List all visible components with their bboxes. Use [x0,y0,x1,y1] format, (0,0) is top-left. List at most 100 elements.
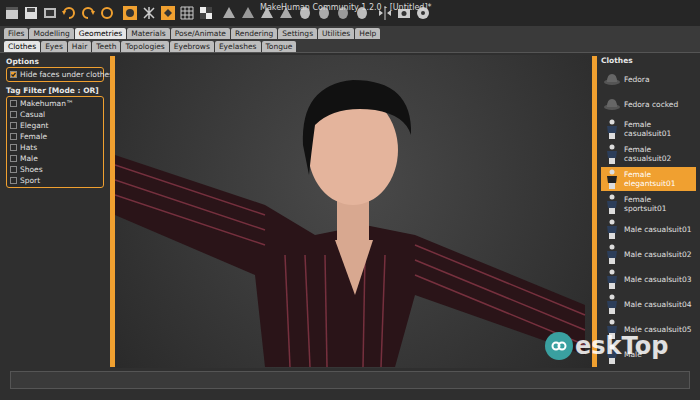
checkbox-row[interactable]: Casual [10,109,100,120]
tab[interactable]: Rendering [231,28,277,39]
right-slider[interactable] [592,56,597,367]
thumb [603,219,621,239]
checkbox-label: Sport [20,175,40,186]
tab[interactable]: Eyelashes [215,41,261,52]
checkbox[interactable] [10,144,17,151]
checkbox[interactable] [10,100,17,107]
checker-icon [198,5,214,21]
tab[interactable]: Eyebrows [170,41,214,52]
tab[interactable]: Hair [68,41,91,52]
tab[interactable]: Files [4,28,28,39]
outfit-icon [605,144,619,164]
tab[interactable]: Materials [127,28,169,39]
watermark-logo [545,332,573,360]
export-icon [42,5,58,21]
thumb [603,94,621,114]
background-button[interactable] [160,5,176,21]
checkbox[interactable] [10,155,17,162]
human-model-icon [115,55,587,367]
group-box: Tag Filter [Mode : OR] Makehuman™CasualEl… [6,86,104,188]
clothes-item[interactable]: Female casualsuit01 [601,117,696,141]
checkbox-row[interactable]: Sport [10,175,100,186]
clothes-label: Fedora [624,75,650,84]
panel-title: Clothes [601,55,696,67]
group-box: Options Hide faces under clothes [6,57,104,82]
file-button[interactable] [4,5,20,21]
checkbox-row[interactable]: Male [10,153,100,164]
tab[interactable]: Help [355,28,380,39]
thumb [603,269,621,289]
outfit-icon [605,294,619,314]
save-button[interactable] [23,5,39,21]
checkbox[interactable] [10,111,17,118]
group-title: Tag Filter [Mode : OR] [6,86,104,96]
outfit-icon [605,269,619,289]
tab[interactable]: Tongue [262,41,297,52]
wireframe-button[interactable] [141,5,157,21]
tab[interactable]: Geometries [75,28,127,39]
back-view-icon [240,5,256,21]
save-icon [23,5,39,21]
clothes-item[interactable]: Male casualsuit03 [601,267,696,291]
checkbox-row[interactable]: Female [10,131,100,142]
reset-button[interactable] [99,5,115,21]
clothes-item[interactable]: Male casualsuit04 [601,292,696,316]
front-view-icon [221,5,237,21]
tab[interactable]: Utilities [318,28,354,39]
thumb [603,144,621,164]
checkbox-row[interactable]: Shoes [10,164,100,175]
checkbox[interactable] [10,133,17,140]
right-panel: Clothes Fedora Fedora cocked Female casuals… [597,55,700,368]
toolbar: MakeHuman Community 1.2.0 - [Untitled]* [0,0,700,26]
clothes-item[interactable]: Fedora cocked [601,92,696,116]
clothes-label: Female casualsuit02 [624,145,694,163]
watermark: eskTop [545,332,668,360]
clothes-item[interactable]: Female casualsuit02 [601,142,696,166]
back-view-button[interactable] [240,5,256,21]
redo-button[interactable] [80,5,96,21]
clothes-item[interactable]: Fedora [601,67,696,91]
clothes-item[interactable]: Female elegantsuit01 [601,167,696,191]
checkbox-label: Hats [20,142,37,153]
tab[interactable]: Teeth [92,41,120,52]
wireframe-icon [141,5,157,21]
clothes-list: Fedora Fedora cocked Female casualsuit01 Fe… [601,67,696,366]
tab[interactable]: Topologies [121,41,168,52]
front-view-button[interactable] [221,5,237,21]
checkbox-row[interactable]: Elegant [10,120,100,131]
thumb [603,294,621,314]
outfit-icon [605,119,619,139]
checkbox-row[interactable]: Hats [10,142,100,153]
status-bar [0,368,700,392]
main-tabs: FilesModellingGeometriesMaterialsPose/An… [0,26,700,39]
tab[interactable]: Clothes [4,41,40,52]
clothes-item[interactable]: Male casualsuit02 [601,242,696,266]
checkbox[interactable] [10,122,17,129]
clothes-item[interactable]: Male casualsuit01 [601,217,696,241]
tab[interactable]: Pose/Animate [171,28,230,39]
smooth-icon [122,5,138,21]
thumb [603,69,621,89]
checkbox-label: Makehuman™ [20,98,73,109]
checkbox[interactable] [10,71,17,78]
checker-button[interactable] [198,5,214,21]
grid-button[interactable] [179,5,195,21]
checkbox[interactable] [10,177,17,184]
checkbox-row[interactable]: Makehuman™ [10,98,100,109]
clothes-label: Male casualsuit03 [624,275,691,284]
checkbox[interactable] [10,166,17,173]
clothes-label: Female elegantsuit01 [624,170,694,188]
clothes-label: Fedora cocked [624,100,678,109]
tab[interactable]: Modelling [29,28,73,39]
tab[interactable]: Eyes [41,41,67,52]
undo-button[interactable] [61,5,77,21]
checkbox-row[interactable]: Hide faces under clothes [10,69,100,80]
clothes-label: Male casualsuit02 [624,250,691,259]
group-title: Options [6,57,104,67]
export-button[interactable] [42,5,58,21]
tab[interactable]: Settings [278,28,317,39]
clothes-item[interactable]: Female sportsuit01 [601,192,696,216]
viewport[interactable] [115,55,592,368]
smooth-button[interactable] [122,5,138,21]
check-icon [11,72,16,77]
